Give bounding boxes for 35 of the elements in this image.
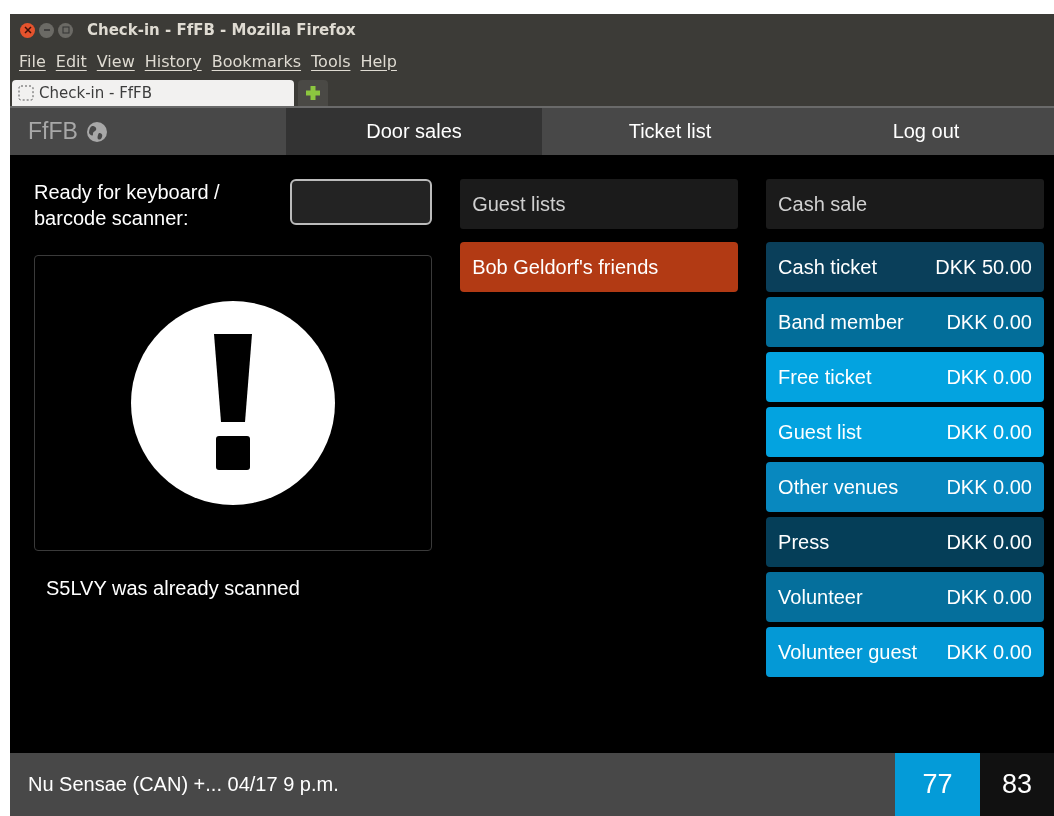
count-badge: 83 xyxy=(980,753,1054,816)
ticket-type-button[interactable]: Volunteer DKK 0.00 xyxy=(766,572,1044,622)
menu-item[interactable]: History xyxy=(139,51,207,71)
section-header: Cash sale xyxy=(766,179,1044,229)
guest-list-button[interactable]: Bob Geldorf's friends xyxy=(460,242,739,292)
ticket-type-button[interactable]: Band member DKK 0.00 xyxy=(766,297,1044,347)
menu-item[interactable]: Edit xyxy=(50,51,92,71)
plus-icon xyxy=(304,84,322,102)
nav-tab[interactable]: Door sales xyxy=(286,108,542,155)
ticket-type-button[interactable]: Other venues DKK 0.00 xyxy=(766,462,1044,512)
page-icon xyxy=(18,85,34,101)
menu-item[interactable]: Bookmarks xyxy=(206,51,307,71)
menu-item[interactable]: File xyxy=(14,51,51,71)
tab-title: Check-in - FfFB xyxy=(39,84,152,102)
square-icon xyxy=(61,26,70,34)
section-header: Guest lists xyxy=(460,179,739,229)
input-field[interactable] xyxy=(290,179,433,225)
browser-tab[interactable]: Check-in - FfFB xyxy=(12,80,294,106)
menu-item[interactable]: Help xyxy=(355,51,402,71)
ticket-type-button[interactable]: Press DKK 0.00 xyxy=(766,517,1044,567)
new-tab-button[interactable] xyxy=(298,80,328,106)
close-icon xyxy=(23,26,32,34)
scan-status-message: S5LVY was already scanned xyxy=(46,577,301,600)
count-badge: 77 xyxy=(895,753,980,816)
brand-name: FfFB xyxy=(28,118,78,145)
menu-item[interactable]: View xyxy=(91,51,140,71)
menu-item[interactable]: Tools xyxy=(306,51,356,71)
globe-icon xyxy=(85,120,108,143)
warning-icon xyxy=(130,300,337,506)
close-button[interactable] xyxy=(20,22,35,38)
ticket-type-button[interactable]: Cash ticket DKK 50.00 xyxy=(766,242,1044,292)
scanner-label: Ready for keyboard / barcode scanner: xyxy=(34,180,221,231)
event-info: Nu Sensae (CAN) +... 04/17 9 p.m. xyxy=(27,773,340,796)
minus-icon xyxy=(42,29,51,31)
window-title: Check-in - FfFB - Mozilla Firefox xyxy=(87,21,356,39)
